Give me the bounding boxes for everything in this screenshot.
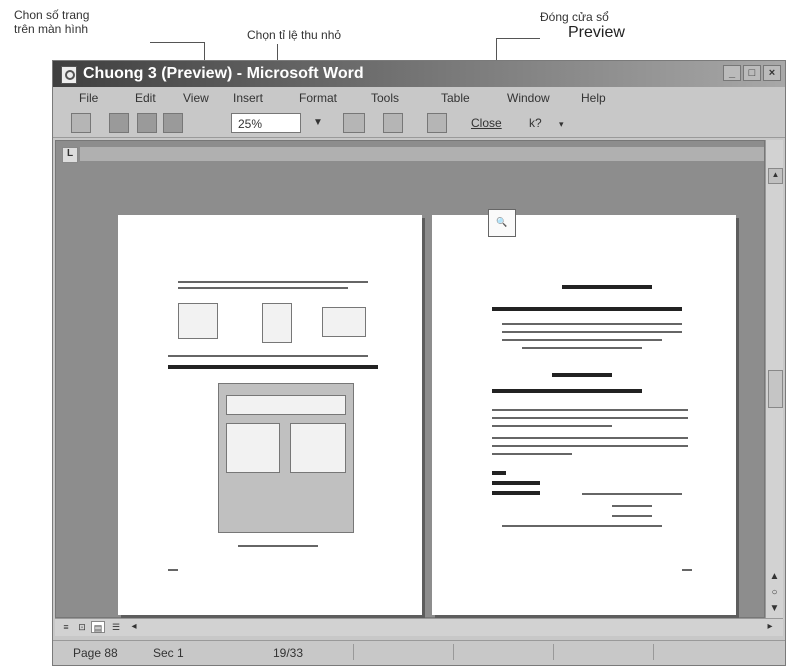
- status-bar: Page 88 Sec 1 19/33: [53, 640, 785, 665]
- callout-page-count: Chon số trang trên màn hình: [14, 8, 90, 36]
- close-preview-button[interactable]: Close: [471, 113, 513, 133]
- preview-area[interactable]: L 🔍: [55, 140, 765, 618]
- status-divider: [653, 644, 654, 660]
- heading-line: [562, 285, 652, 289]
- status-divider: [453, 644, 454, 660]
- menu-insert[interactable]: Insert: [233, 91, 263, 105]
- preview-toolbar: 25% ▼ Close k? ▾: [53, 109, 785, 138]
- menu-file[interactable]: File: [79, 91, 98, 105]
- help-icon[interactable]: k?: [529, 113, 557, 133]
- window-controls: _ □ ×: [723, 65, 781, 81]
- scroll-thumb[interactable]: [768, 370, 783, 408]
- select-browse-object-icon[interactable]: ○: [768, 586, 781, 600]
- maximize-icon[interactable]: □: [743, 65, 761, 81]
- text-line: [178, 287, 348, 289]
- text-line: [168, 355, 368, 357]
- zoom-input[interactable]: 25%: [231, 113, 301, 133]
- dialog-screenshot-detail: [290, 423, 346, 473]
- thumbnail-figure: [322, 307, 366, 337]
- callout-close-preview: Đóng cửa sổ Preview: [540, 10, 631, 41]
- shrink-to-fit-icon[interactable]: [383, 113, 403, 133]
- text-line: [522, 347, 642, 349]
- status-page: Page 88: [73, 646, 118, 660]
- text-line: [492, 417, 688, 419]
- text-line: [502, 525, 662, 527]
- menu-window[interactable]: Window: [507, 91, 550, 105]
- text-line: [492, 437, 688, 439]
- minimize-icon[interactable]: _: [723, 65, 741, 81]
- menu-tools[interactable]: Tools: [371, 91, 399, 105]
- text-line: [492, 491, 540, 495]
- scroll-left-icon[interactable]: ◂: [127, 621, 141, 633]
- status-divider: [353, 644, 354, 660]
- thumbnail-figure: [262, 303, 292, 343]
- leader-line: [496, 38, 540, 39]
- menu-table[interactable]: Table: [441, 91, 470, 105]
- status-section: Sec 1: [153, 646, 184, 660]
- multiple-pages-icon[interactable]: [163, 113, 183, 133]
- title-bar[interactable]: Chuong 3 (Preview) - Microsoft Word _ □ …: [53, 61, 785, 87]
- page-number: [168, 569, 178, 571]
- vertical-scrollbar[interactable]: ▲ ▲ ○ ▼: [765, 140, 783, 618]
- text-line: [492, 471, 506, 475]
- magnifier-icon[interactable]: [109, 113, 129, 133]
- text-line: [612, 515, 652, 517]
- text-line: [492, 481, 540, 485]
- preview-page[interactable]: [432, 215, 736, 615]
- magnifier-cursor-icon: 🔍: [488, 209, 516, 237]
- menu-help[interactable]: Help: [581, 91, 606, 105]
- callout-zoom: Chọn tỉ lệ thu nhỏ: [247, 28, 342, 42]
- chevron-down-icon[interactable]: ▼: [311, 113, 325, 133]
- scroll-right-icon[interactable]: ▸: [763, 621, 777, 633]
- horizontal-scrollbar[interactable]: ≡ ⊡ ▤ ☰ ◂ ▸: [55, 618, 783, 636]
- scroll-up-icon[interactable]: ▲: [768, 168, 783, 184]
- status-page-count: 19/33: [273, 646, 304, 660]
- outline-view-icon[interactable]: ☰: [109, 621, 123, 633]
- text-line: [178, 281, 368, 283]
- page-number: [682, 569, 692, 571]
- heading-line: [492, 307, 682, 311]
- full-screen-icon[interactable]: [427, 113, 447, 133]
- normal-view-icon[interactable]: ≡: [59, 621, 73, 633]
- ruler: [80, 147, 764, 161]
- print-icon[interactable]: [71, 113, 91, 133]
- next-page-icon[interactable]: ▼: [768, 602, 781, 616]
- text-line: [492, 409, 688, 411]
- word-window: Chuong 3 (Preview) - Microsoft Word _ □ …: [52, 60, 786, 666]
- menu-view[interactable]: View: [183, 91, 209, 105]
- status-divider: [553, 644, 554, 660]
- word-doc-icon: [61, 66, 77, 84]
- text-line: [492, 445, 688, 447]
- text-line: [492, 425, 612, 427]
- menu-format[interactable]: Format: [299, 91, 337, 105]
- one-page-icon[interactable]: [137, 113, 157, 133]
- tab-selector-icon[interactable]: L: [62, 147, 78, 163]
- text-line: [492, 453, 572, 455]
- menu-edit[interactable]: Edit: [135, 91, 156, 105]
- print-layout-icon[interactable]: ▤: [91, 621, 105, 633]
- window-title: Chuong 3 (Preview) - Microsoft Word: [83, 65, 364, 82]
- text-line: [612, 505, 652, 507]
- heading-line: [552, 373, 612, 377]
- text-line: [502, 323, 682, 325]
- web-layout-icon[interactable]: ⊡: [75, 621, 89, 633]
- callout-close-label-big: Preview: [562, 25, 631, 41]
- text-line: [168, 365, 378, 369]
- view-ruler-icon[interactable]: [343, 113, 365, 133]
- preview-page[interactable]: [118, 215, 422, 615]
- dialog-screenshot-detail: [226, 423, 280, 473]
- dialog-screenshot-detail: [226, 395, 346, 415]
- text-line: [502, 331, 682, 333]
- callout-close-label: Đóng cửa sổ: [540, 10, 609, 24]
- heading-line: [492, 389, 642, 393]
- previous-page-icon[interactable]: ▲: [768, 570, 781, 584]
- thumbnail-figure: [178, 303, 218, 339]
- text-line: [238, 545, 318, 547]
- leader-line: [150, 42, 204, 43]
- text-line: [502, 339, 662, 341]
- close-window-icon[interactable]: ×: [763, 65, 781, 81]
- text-line: [582, 493, 682, 495]
- menu-bar: File Edit View Insert Format Tools Table…: [53, 87, 785, 109]
- toolbar-options-icon[interactable]: ▾: [559, 113, 569, 133]
